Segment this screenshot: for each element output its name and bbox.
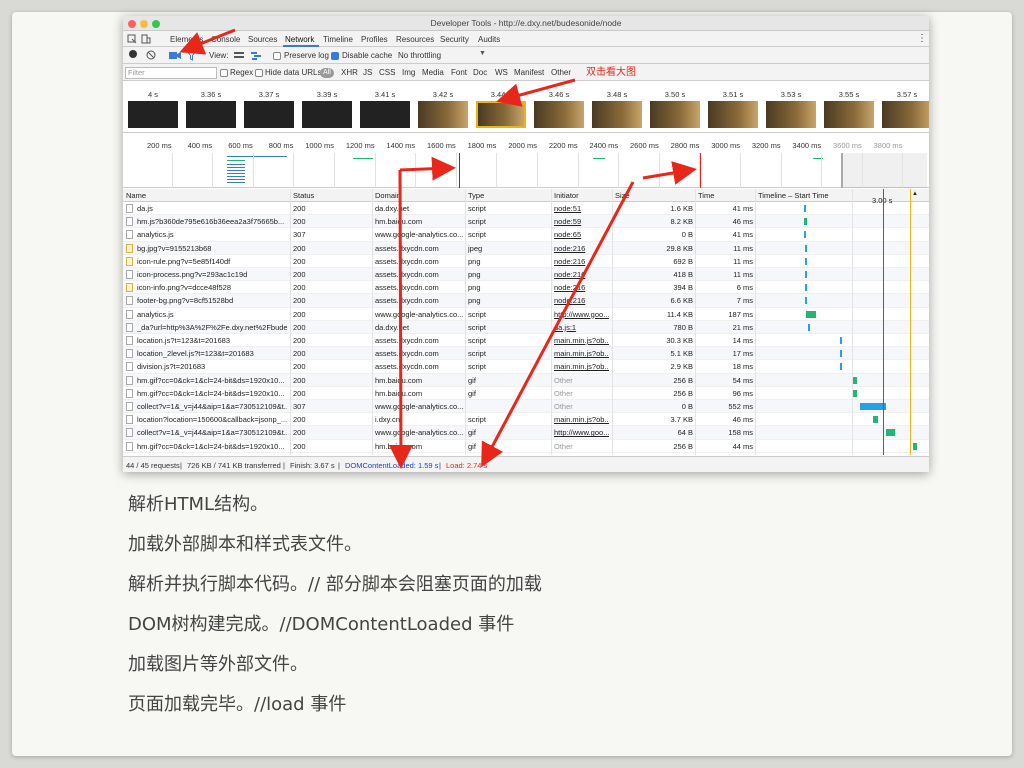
note-item: 加载外部脚本和样式表文件。 bbox=[128, 534, 362, 555]
arrow-to-dcl-status bbox=[388, 169, 413, 469]
arrow-to-load-status bbox=[481, 181, 635, 468]
note-item: 解析HTML结构。 bbox=[128, 494, 269, 515]
note-item: DOM树构建完成。//DOMContentLoaded 事件 bbox=[128, 614, 515, 635]
annotation-label: 双击看大图 bbox=[586, 67, 636, 78]
note-item: 解析并执行脚本代码。// 部分脚本会阻塞页面的加载 bbox=[128, 574, 542, 595]
arrow-to-load bbox=[642, 161, 697, 185]
arrow-to-filmstrip bbox=[496, 78, 576, 107]
note-item: 页面加载完毕。//load 事件 bbox=[128, 694, 347, 715]
note-item: 加载图片等外部文件。 bbox=[128, 654, 308, 675]
arrow-to-dcl bbox=[399, 156, 456, 181]
arrow-to-screenshot-toggle bbox=[179, 28, 236, 55]
